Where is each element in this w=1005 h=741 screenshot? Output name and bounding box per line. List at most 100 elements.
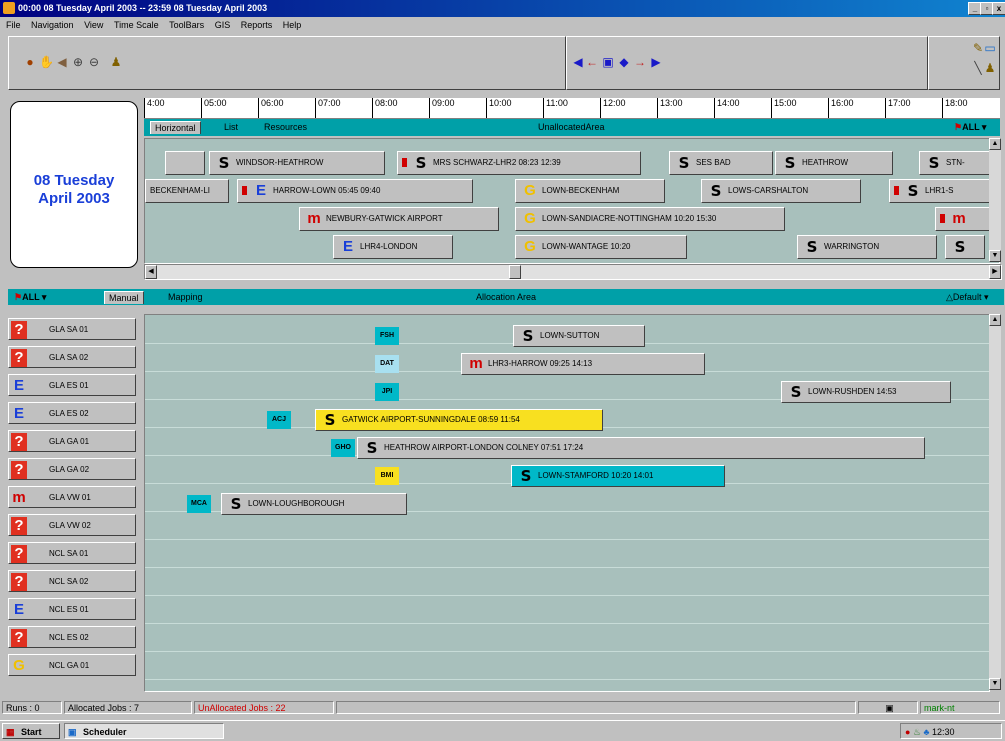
calendar-icon[interactable]: ▣ bbox=[601, 55, 615, 69]
tab-resources[interactable]: Resources bbox=[260, 121, 311, 133]
unallocated-job-placeholder[interactable] bbox=[165, 151, 205, 175]
pan-icon[interactable]: ◀ bbox=[55, 55, 69, 69]
driver-code[interactable]: DAT bbox=[375, 355, 399, 373]
app-icon[interactable] bbox=[3, 2, 15, 14]
scroll-up-icon[interactable]: ▲ bbox=[989, 138, 1001, 150]
unallocated-job[interactable]: S MRS SCHWARZ-LHR2 08:23 12:39 bbox=[397, 151, 641, 175]
tab-list[interactable]: List bbox=[220, 121, 242, 133]
prev-arrow-icon[interactable]: ← bbox=[585, 55, 599, 69]
next-arrow-icon[interactable]: → bbox=[633, 55, 647, 69]
unallocated-job[interactable]: E HARROW-LOWN 05:45 09:40 bbox=[237, 179, 473, 203]
driver-code[interactable]: BMI bbox=[375, 467, 399, 485]
start-button[interactable]: ▦ Start bbox=[2, 723, 60, 739]
network-icon: ▣ bbox=[858, 701, 918, 714]
last-arrow-icon[interactable]: ▶ bbox=[649, 55, 663, 69]
taskbar-app-scheduler[interactable]: ▣ Scheduler bbox=[64, 723, 224, 739]
allocated-job[interactable]: S HEATHROW AIRPORT-LONDON COLNEY 07:51 17… bbox=[357, 437, 925, 459]
resource-item[interactable]: m GLA VW 01 bbox=[8, 486, 136, 508]
resource-item[interactable]: ? NCL ES 02 bbox=[8, 626, 136, 648]
allocated-job[interactable]: S LOWN-SUTTON bbox=[513, 325, 645, 347]
menu-gis[interactable]: GIS bbox=[215, 18, 231, 32]
allocated-job[interactable]: m LHR3-HARROW 09:25 14:13 bbox=[461, 353, 705, 375]
resource-item[interactable]: G NCL GA 01 bbox=[8, 654, 136, 676]
driver-code[interactable]: GHO bbox=[331, 439, 355, 457]
unallocated-job[interactable]: E LHR4-LONDON bbox=[333, 235, 453, 259]
zoom-out-icon[interactable]: ⊖ bbox=[87, 55, 101, 69]
job-label: LOWN-SUTTON bbox=[540, 331, 600, 340]
resource-item[interactable]: ? GLA SA 01 bbox=[8, 318, 136, 340]
allocated-job-highlighted[interactable]: S LOWN-STAMFORD 10:20 14:01 bbox=[511, 465, 725, 487]
time-scale[interactable]: 4:00 05:00 06:00 07:00 08:00 09:00 10:00… bbox=[144, 98, 1000, 119]
allocation-area[interactable]: FSH S LOWN-SUTTON DAT m LHR3-HARROW 09:25 … bbox=[144, 314, 990, 692]
unallocated-area[interactable]: S WINDSOR-HEATHROW S MRS SCHWARZ-LHR2 08:2… bbox=[144, 138, 1000, 264]
first-arrow-icon[interactable]: ◀ bbox=[571, 55, 585, 69]
hand-icon[interactable]: ✋ bbox=[39, 55, 54, 69]
timeline-horizontal-scrollbar[interactable]: ◀ ▶ bbox=[144, 264, 1002, 280]
unallocated-job[interactable]: BECKENHAM-LI bbox=[145, 179, 229, 203]
scroll-left-icon[interactable]: ◀ bbox=[145, 265, 157, 279]
job-label: LOWN-SANDIACRE-NOTTINGHAM 10:20 15:30 bbox=[542, 214, 717, 223]
scroll-down-icon[interactable]: ▼ bbox=[989, 678, 1001, 690]
menu-time-scale[interactable]: Time Scale bbox=[114, 18, 159, 32]
unallocated-job[interactable]: G LOWN-BECKENHAM bbox=[515, 179, 665, 203]
resource-item[interactable]: ? GLA SA 02 bbox=[8, 346, 136, 368]
person-icon[interactable]: ♟ bbox=[983, 61, 997, 75]
today-icon[interactable]: ◆ bbox=[617, 55, 631, 69]
unallocated-job[interactable]: S LHR1-S bbox=[889, 179, 999, 203]
allocation-filter-dropdown[interactable]: ⚑ALL ▾ bbox=[10, 291, 50, 303]
allocation-vertical-scrollbar[interactable]: ▲ ▼ bbox=[989, 314, 1001, 690]
menu-view[interactable]: View bbox=[84, 18, 103, 32]
tab-horizontal[interactable]: Horizontal bbox=[150, 121, 201, 134]
resource-item[interactable]: E GLA ES 01 bbox=[8, 374, 136, 396]
resource-item[interactable]: ? GLA GA 01 bbox=[8, 430, 136, 452]
unallocated-job[interactable]: S LOWS-CARSHALTON bbox=[701, 179, 861, 203]
layout-dropdown[interactable]: △Default ▾ bbox=[942, 291, 992, 303]
unallocated-job[interactable]: m NEWBURY-GATWICK AIRPORT bbox=[299, 207, 499, 231]
driver-code[interactable]: MCA bbox=[187, 495, 211, 513]
zoom-in-icon[interactable]: ⊕ bbox=[71, 55, 85, 69]
tray-icon[interactable]: ♨ bbox=[913, 727, 921, 737]
scroll-down-icon[interactable]: ▼ bbox=[989, 250, 1001, 262]
resource-item[interactable]: ? NCL SA 02 bbox=[8, 570, 136, 592]
driver-code[interactable]: FSH bbox=[375, 327, 399, 345]
unallocated-filter-dropdown[interactable]: ⚑ALL ▾ bbox=[950, 121, 990, 133]
unallocated-job[interactable]: S STN- bbox=[919, 151, 999, 175]
resource-item[interactable]: ? NCL SA 01 bbox=[8, 542, 136, 564]
resource-item[interactable]: ? GLA GA 02 bbox=[8, 458, 136, 480]
unallocated-job[interactable]: G LOWN-WANTAGE 10:20 bbox=[515, 235, 687, 259]
driver-code[interactable]: ACJ bbox=[267, 411, 291, 429]
tray-icon[interactable]: ♣ bbox=[924, 727, 930, 737]
unallocated-job[interactable]: S bbox=[945, 235, 985, 259]
menu-navigation[interactable]: Navigation bbox=[31, 18, 74, 32]
menu-help[interactable]: Help bbox=[283, 18, 302, 32]
scroll-right-icon[interactable]: ▶ bbox=[989, 265, 1001, 279]
menu-reports[interactable]: Reports bbox=[241, 18, 273, 32]
unallocated-job[interactable]: S HEATHROW bbox=[775, 151, 893, 175]
resource-item[interactable]: ? GLA VW 02 bbox=[8, 514, 136, 536]
unallocated-job[interactable]: G LOWN-SANDIACRE-NOTTINGHAM 10:20 15:30 bbox=[515, 207, 785, 231]
scroll-thumb[interactable] bbox=[509, 265, 521, 279]
unallocated-vertical-scrollbar[interactable]: ▲ ▼ bbox=[989, 138, 1001, 262]
unallocated-job[interactable]: S WINDSOR-HEATHROW bbox=[209, 151, 385, 175]
close-button[interactable]: x bbox=[992, 2, 1005, 15]
allocated-job-selected[interactable]: S GATWICK AIRPORT-SUNNINGDALE 08:59 11:54 bbox=[315, 409, 603, 431]
scroll-up-icon[interactable]: ▲ bbox=[989, 314, 1001, 326]
tab-manual[interactable]: Manual bbox=[104, 291, 144, 304]
people-icon[interactable]: ♟ bbox=[109, 55, 123, 69]
resource-item[interactable]: E GLA ES 02 bbox=[8, 402, 136, 424]
driver-code[interactable]: JPI bbox=[375, 383, 399, 401]
unallocated-job[interactable]: S WARRINGTON bbox=[797, 235, 937, 259]
tray-icon[interactable]: ● bbox=[905, 727, 910, 737]
document-icon[interactable]: ▭ bbox=[983, 41, 997, 55]
allocated-job[interactable]: S LOWN-LOUGHBOROUGH bbox=[221, 493, 407, 515]
menu-bar: File Navigation View Time Scale ToolBars… bbox=[0, 18, 1005, 32]
allocated-job[interactable]: S LOWN-RUSHDEN 14:53 bbox=[781, 381, 951, 403]
menu-toolbars[interactable]: ToolBars bbox=[169, 18, 204, 32]
unallocated-job[interactable]: S SES BAD bbox=[669, 151, 773, 175]
menu-file[interactable]: File bbox=[6, 18, 21, 32]
resource-label: GLA ES 01 bbox=[49, 381, 89, 390]
title-bar[interactable]: 00:00 08 Tuesday April 2003 -- 23:59 08 … bbox=[0, 0, 1005, 17]
globe-icon[interactable]: ● bbox=[23, 55, 37, 69]
resource-item[interactable]: E NCL ES 01 bbox=[8, 598, 136, 620]
tab-mapping[interactable]: Mapping bbox=[164, 291, 207, 303]
